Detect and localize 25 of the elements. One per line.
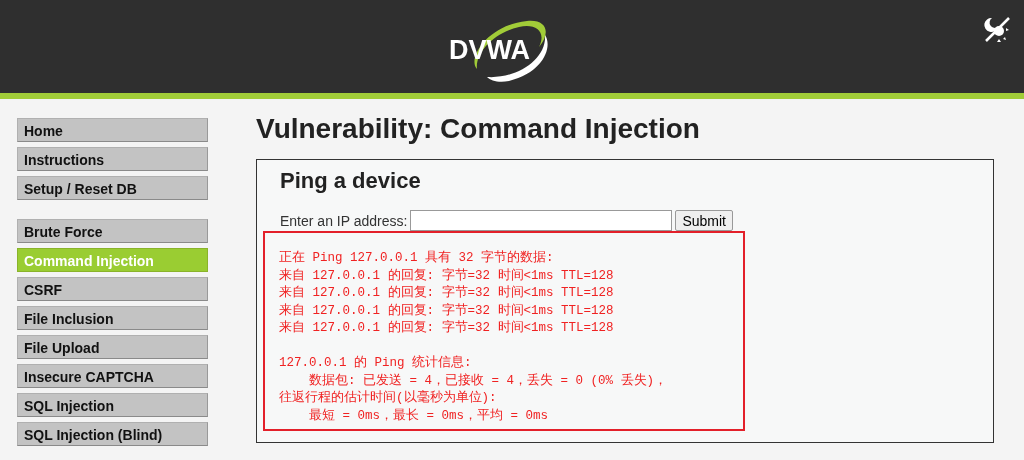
- output-line: 来自 127.0.0.1 的回复: 字节=32 时间<1ms TTL=128: [279, 267, 615, 285]
- theme-toggle-icon[interactable]: [982, 14, 1012, 44]
- sidebar-item[interactable]: Insecure CAPTCHA: [17, 364, 208, 388]
- output-line: 来自 127.0.0.1 的回复: 字节=32 时间<1ms TTL=128: [279, 302, 615, 320]
- section-title: Ping a device: [280, 168, 422, 194]
- sidebar-item[interactable]: Home: [17, 118, 208, 142]
- submit-button[interactable]: Submit: [675, 210, 733, 231]
- sidebar-item[interactable]: Setup / Reset DB: [17, 176, 208, 200]
- ip-address-field[interactable]: [410, 210, 673, 231]
- sidebar-item[interactable]: SQL Injection: [17, 393, 208, 417]
- sidebar-item[interactable]: File Inclusion: [17, 306, 208, 330]
- output-line: 数据包: 已发送 = 4，已接收 = 4，丢失 = 0 (0% 丢失)，: [308, 372, 669, 390]
- sidebar-item[interactable]: File Upload: [17, 335, 208, 359]
- field-label: Enter an IP address:: [280, 212, 408, 229]
- output-line: 往返行程的估计时间(以毫秒为单位):: [279, 390, 498, 407]
- output-line: 正在 Ping 127.0.0.1 具有 32 字节的数据:: [279, 250, 555, 267]
- output-line: 127.0.0.1 的 Ping 统计信息:: [279, 355, 473, 372]
- sidebar-item[interactable]: Instructions: [17, 147, 208, 171]
- output-line: 最短 = 0ms，最长 = 0ms，平均 = 0ms: [308, 407, 550, 425]
- page-title: Vulnerability: Command Injection: [256, 112, 701, 146]
- sidebar-item[interactable]: Brute Force: [17, 219, 208, 243]
- sidebar-item[interactable]: CSRF: [17, 277, 208, 301]
- sidebar-item[interactable]: SQL Injection (Blind): [17, 422, 208, 446]
- output-line: 来自 127.0.0.1 的回复: 字节=32 时间<1ms TTL=128: [279, 320, 615, 337]
- output-line: 来自 127.0.0.1 的回复: 字节=32 时间<1ms TTL=128: [279, 285, 615, 302]
